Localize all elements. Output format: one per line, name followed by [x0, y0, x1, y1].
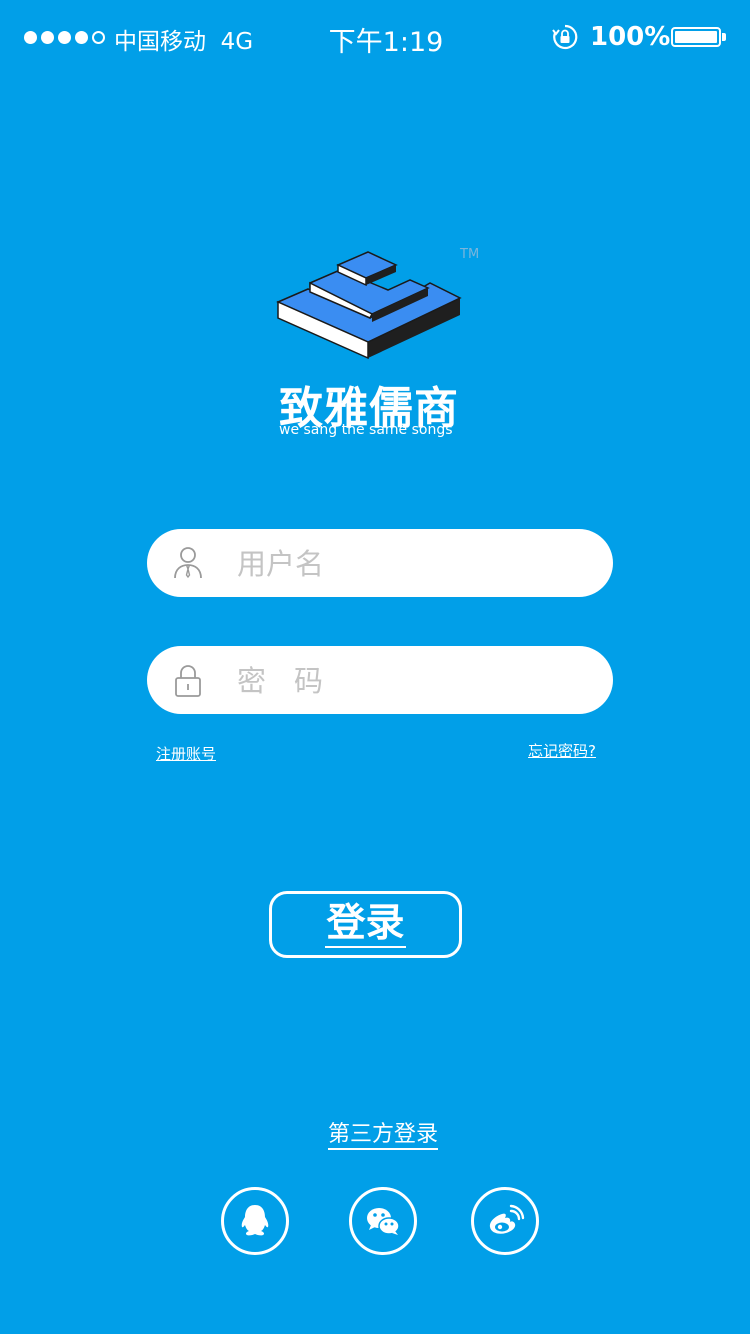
lock-icon [175, 665, 201, 697]
rotation-lock-icon [552, 24, 578, 50]
wechat-login-button[interactable] [349, 1187, 417, 1255]
username-field[interactable] [147, 529, 613, 597]
forgot-password-link[interactable]: 忘记密码? [528, 740, 596, 761]
register-link[interactable]: 注册账号 [156, 743, 216, 764]
login-button[interactable]: 登录 [269, 891, 462, 958]
user-icon [174, 547, 202, 579]
status-bar: 中国移动 4G 下午1:19 100% [0, 0, 750, 76]
battery-icon [671, 27, 721, 47]
qq-icon [241, 1205, 269, 1236]
wechat-icon [367, 1208, 400, 1235]
login-button-label: 登录 [325, 900, 406, 948]
password-input[interactable] [235, 656, 589, 706]
battery-percentage: 100% [590, 22, 671, 52]
username-input[interactable] [235, 539, 589, 589]
qq-login-button[interactable] [221, 1187, 289, 1255]
brand-tagline: we sang the same songs [279, 422, 453, 438]
third-party-login-title[interactable]: 第三方登录 [0, 1116, 750, 1150]
weibo-icon [489, 1204, 525, 1234]
password-field[interactable] [147, 646, 613, 714]
weibo-login-button[interactable] [471, 1187, 539, 1255]
trademark-symbol: TM [460, 247, 480, 262]
